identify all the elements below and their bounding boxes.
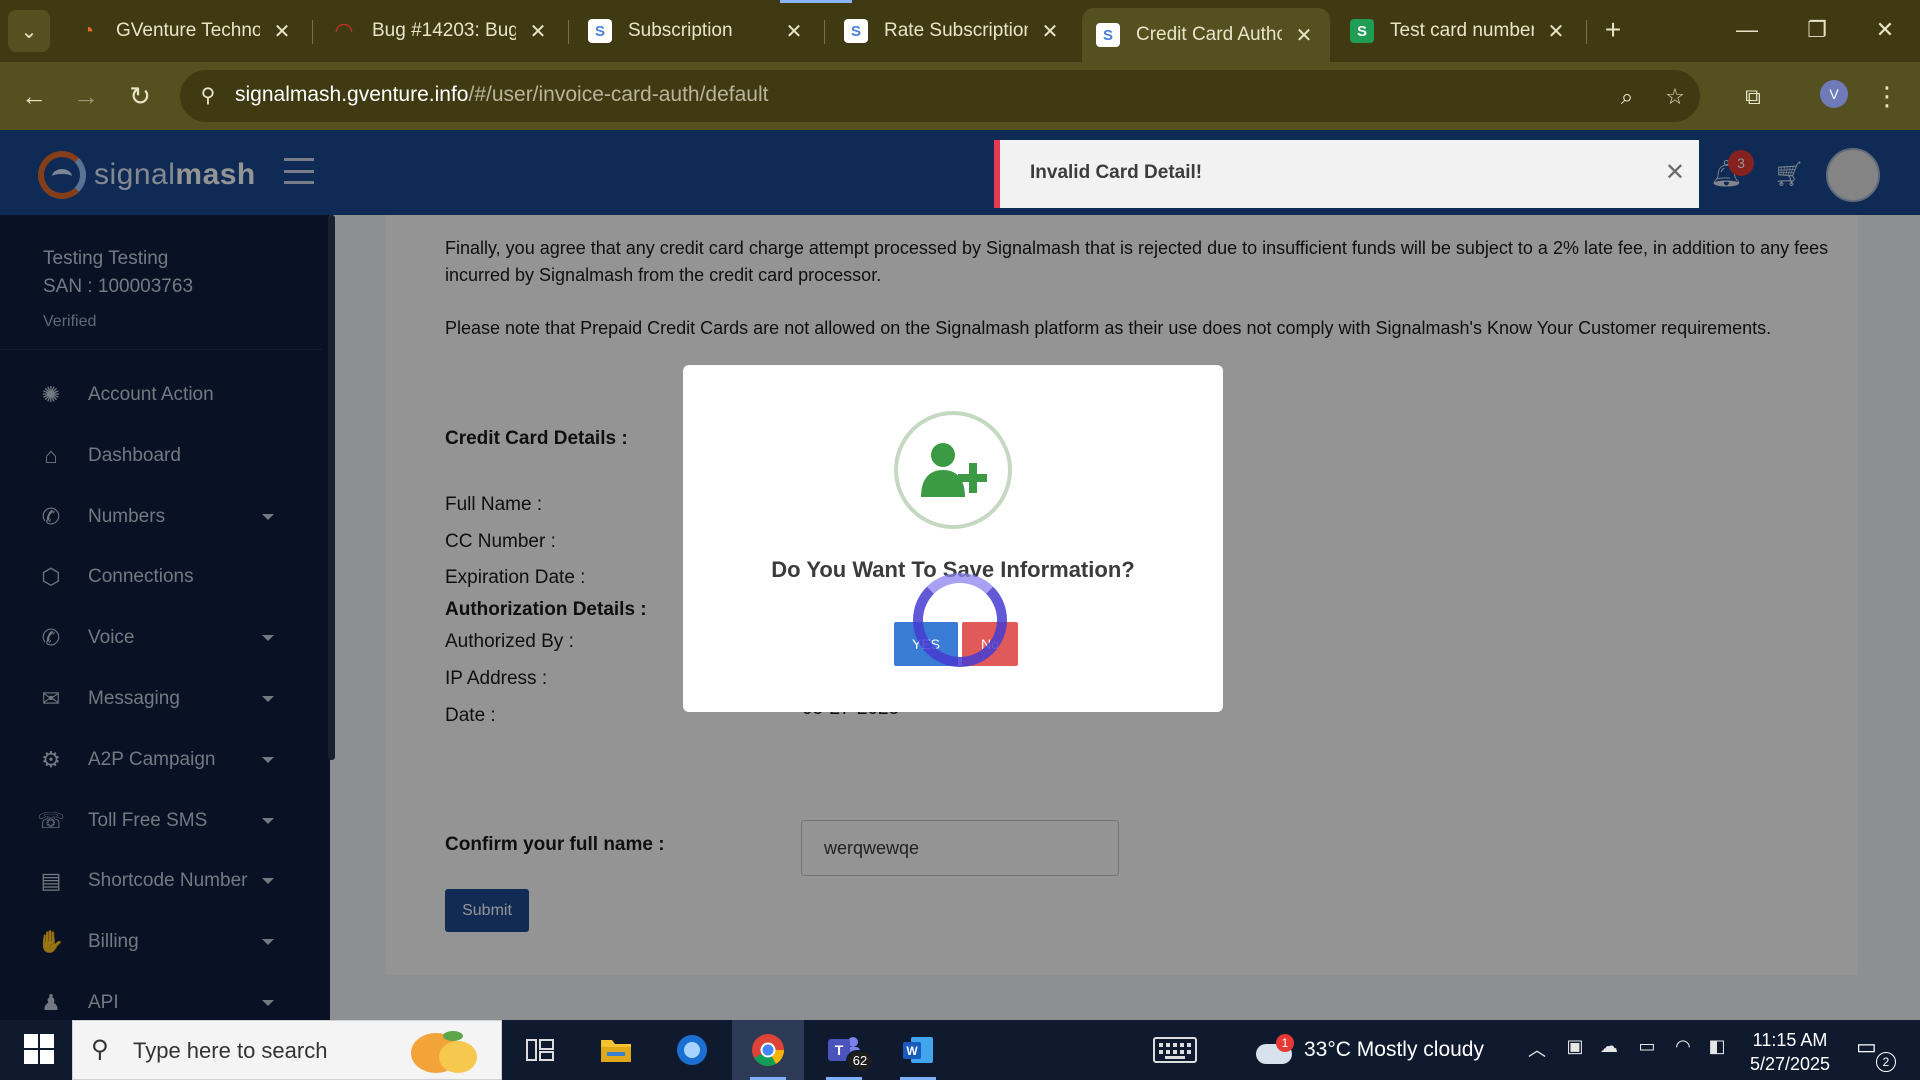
signalmash-icon: S (1096, 23, 1120, 47)
weather-widget[interactable]: 33°C Mostly cloudy (1304, 1038, 1484, 1062)
battery-icon[interactable]: ▭ (1634, 1036, 1660, 1064)
close-icon[interactable]: ✕ (1665, 158, 1685, 187)
tab-separator (1586, 20, 1587, 44)
word-icon: W (903, 1037, 933, 1063)
tab-title: GVenture Technolo (116, 20, 260, 41)
tab-gventure[interactable]: ◔ GVenture Technolo ✕ (62, 8, 308, 54)
reload-button[interactable]: ↻ (120, 76, 160, 116)
close-icon[interactable]: ✕ (526, 19, 550, 44)
tab-separator (568, 20, 569, 44)
sheets-icon: S (1350, 19, 1374, 43)
chrome-icon (752, 1034, 785, 1067)
zoom-icon[interactable]: ⌕ (1610, 80, 1644, 114)
search-icon: ⚲ (91, 1036, 109, 1063)
tab-title: Subscription (628, 20, 733, 41)
url-path: /#/user/invoice-card-auth/default (468, 83, 769, 106)
close-window-button[interactable]: ✕ (1860, 10, 1910, 50)
teams-badge: 62 (846, 1050, 874, 1072)
word-button[interactable]: W (882, 1020, 954, 1080)
tab-title: Bug #14203: Bug in (372, 20, 516, 41)
tab-title: Credit Card Author (1136, 24, 1282, 45)
task-view-button[interactable] (504, 1020, 576, 1080)
close-icon[interactable]: ✕ (1544, 19, 1568, 44)
tab-title: Rate Subscription (884, 20, 1028, 41)
search-highlight-image (403, 1027, 487, 1075)
extensions-icon[interactable]: ⧉ (1736, 80, 1770, 114)
browser-tab-bar: ⌄ ◔ GVenture Technolo ✕ ◠ Bug #14203: Bu… (0, 0, 1920, 62)
gventure-icon: ◔ (81, 19, 95, 42)
taskbar-search-box[interactable]: ⚲ Type here to search (72, 1020, 502, 1080)
tab-title: Test card numbers (1390, 20, 1534, 41)
new-tab-button[interactable]: + (1596, 12, 1630, 50)
tab-rate-subscription[interactable]: S Rate Subscription ✕ (830, 8, 1076, 54)
clock-date: 5/27/2025 (1749, 1054, 1831, 1074)
mail-app-icon (677, 1035, 707, 1065)
address-bar[interactable]: ⚲ signalmash.gventure.info/#/user/invoic… (180, 70, 1700, 122)
close-icon[interactable]: ✕ (1292, 23, 1316, 48)
wifi-icon[interactable]: ◠ (1670, 1036, 1696, 1064)
tab-bug[interactable]: ◠ Bug #14203: Bug in ✕ (318, 8, 564, 54)
weather-temp: 33°C (1304, 1038, 1351, 1061)
tab-separator (824, 20, 825, 44)
close-icon[interactable]: ✕ (1038, 19, 1062, 44)
meet-now-icon[interactable]: ▣ (1562, 1036, 1588, 1064)
file-explorer-button[interactable] (580, 1020, 652, 1080)
profile-avatar[interactable]: V (1820, 80, 1848, 108)
save-info-dialog: Do You Want To Save Information? YES No (683, 365, 1223, 712)
weather-alert-badge: 1 (1276, 1034, 1294, 1052)
browser-menu-icon[interactable]: ⋮ (1872, 76, 1902, 116)
folder-icon (601, 1040, 631, 1062)
url-host: signalmash.gventure.info (235, 83, 469, 106)
clock-time: 11:15 AM (1752, 1030, 1828, 1050)
modal-icon-ring (894, 411, 1012, 529)
chrome-button[interactable] (732, 1020, 804, 1080)
windows-start-button[interactable] (14, 1034, 58, 1066)
back-button[interactable]: ← (14, 76, 54, 116)
weather-desc: Mostly cloudy (1356, 1038, 1484, 1061)
tab-credit-card-auth[interactable]: S Credit Card Author ✕ (1082, 8, 1330, 62)
user-plus-icon (921, 443, 987, 497)
signalmash-icon: S (588, 19, 612, 43)
close-icon[interactable]: ✕ (782, 19, 806, 44)
svg-text:T: T (835, 1042, 844, 1058)
loading-spinner (913, 573, 1007, 667)
redmine-icon: ◠ (335, 18, 353, 43)
notification-center-badge: 2 (1876, 1052, 1896, 1072)
forward-button[interactable]: → (66, 76, 106, 116)
close-icon[interactable]: ✕ (270, 19, 294, 44)
search-placeholder: Type here to search (133, 1038, 328, 1063)
windows-taskbar: ⚲ Type here to search T 62 W 1 33°C Most… (0, 1020, 1920, 1080)
teams-button[interactable]: T 62 (808, 1020, 880, 1080)
url-text[interactable]: signalmash.gventure.info/#/user/invoice-… (235, 83, 768, 107)
tab-search-button[interactable]: ⌄ (8, 10, 50, 52)
page-viewport: signalmash ance 🔔︎ 3 🛒︎ Testing Testing … (0, 130, 1920, 1020)
volume-icon[interactable]: ◧ (1704, 1036, 1730, 1064)
onedrive-icon[interactable]: ☁ (1596, 1036, 1622, 1064)
tab-test-card-numbers[interactable]: S Test card numbers ✕ (1336, 8, 1582, 54)
tab-loading-bar (780, 0, 852, 3)
site-settings-icon[interactable]: ⚲ (194, 82, 222, 110)
mail-app-button[interactable] (656, 1020, 728, 1080)
show-hidden-icons-chevron-icon[interactable]: ︿ (1524, 1036, 1550, 1064)
bookmark-star-icon[interactable]: ☆ (1658, 80, 1692, 114)
task-view-icon (526, 1039, 554, 1061)
tab-separator (312, 20, 313, 44)
taskbar-clock[interactable]: 11:15 AM 5/27/2025 (1744, 1028, 1836, 1076)
browser-toolbar: ← → ↻ ⚲ signalmash.gventure.info/#/user/… (0, 62, 1920, 130)
weather-icon[interactable]: 1 (1254, 1034, 1294, 1068)
minimize-button[interactable]: — (1722, 10, 1772, 50)
restore-button[interactable]: ❐ (1792, 10, 1842, 50)
keyboard-icon (1153, 1037, 1197, 1063)
svg-text:W: W (906, 1044, 918, 1058)
toast-message: Invalid Card Detail! (1030, 162, 1203, 183)
touch-keyboard-button[interactable] (1140, 1020, 1210, 1080)
signalmash-icon: S (844, 19, 868, 43)
tab-subscription[interactable]: S Subscription ✕ (574, 8, 820, 54)
error-toast: Invalid Card Detail! ✕ (994, 140, 1699, 208)
